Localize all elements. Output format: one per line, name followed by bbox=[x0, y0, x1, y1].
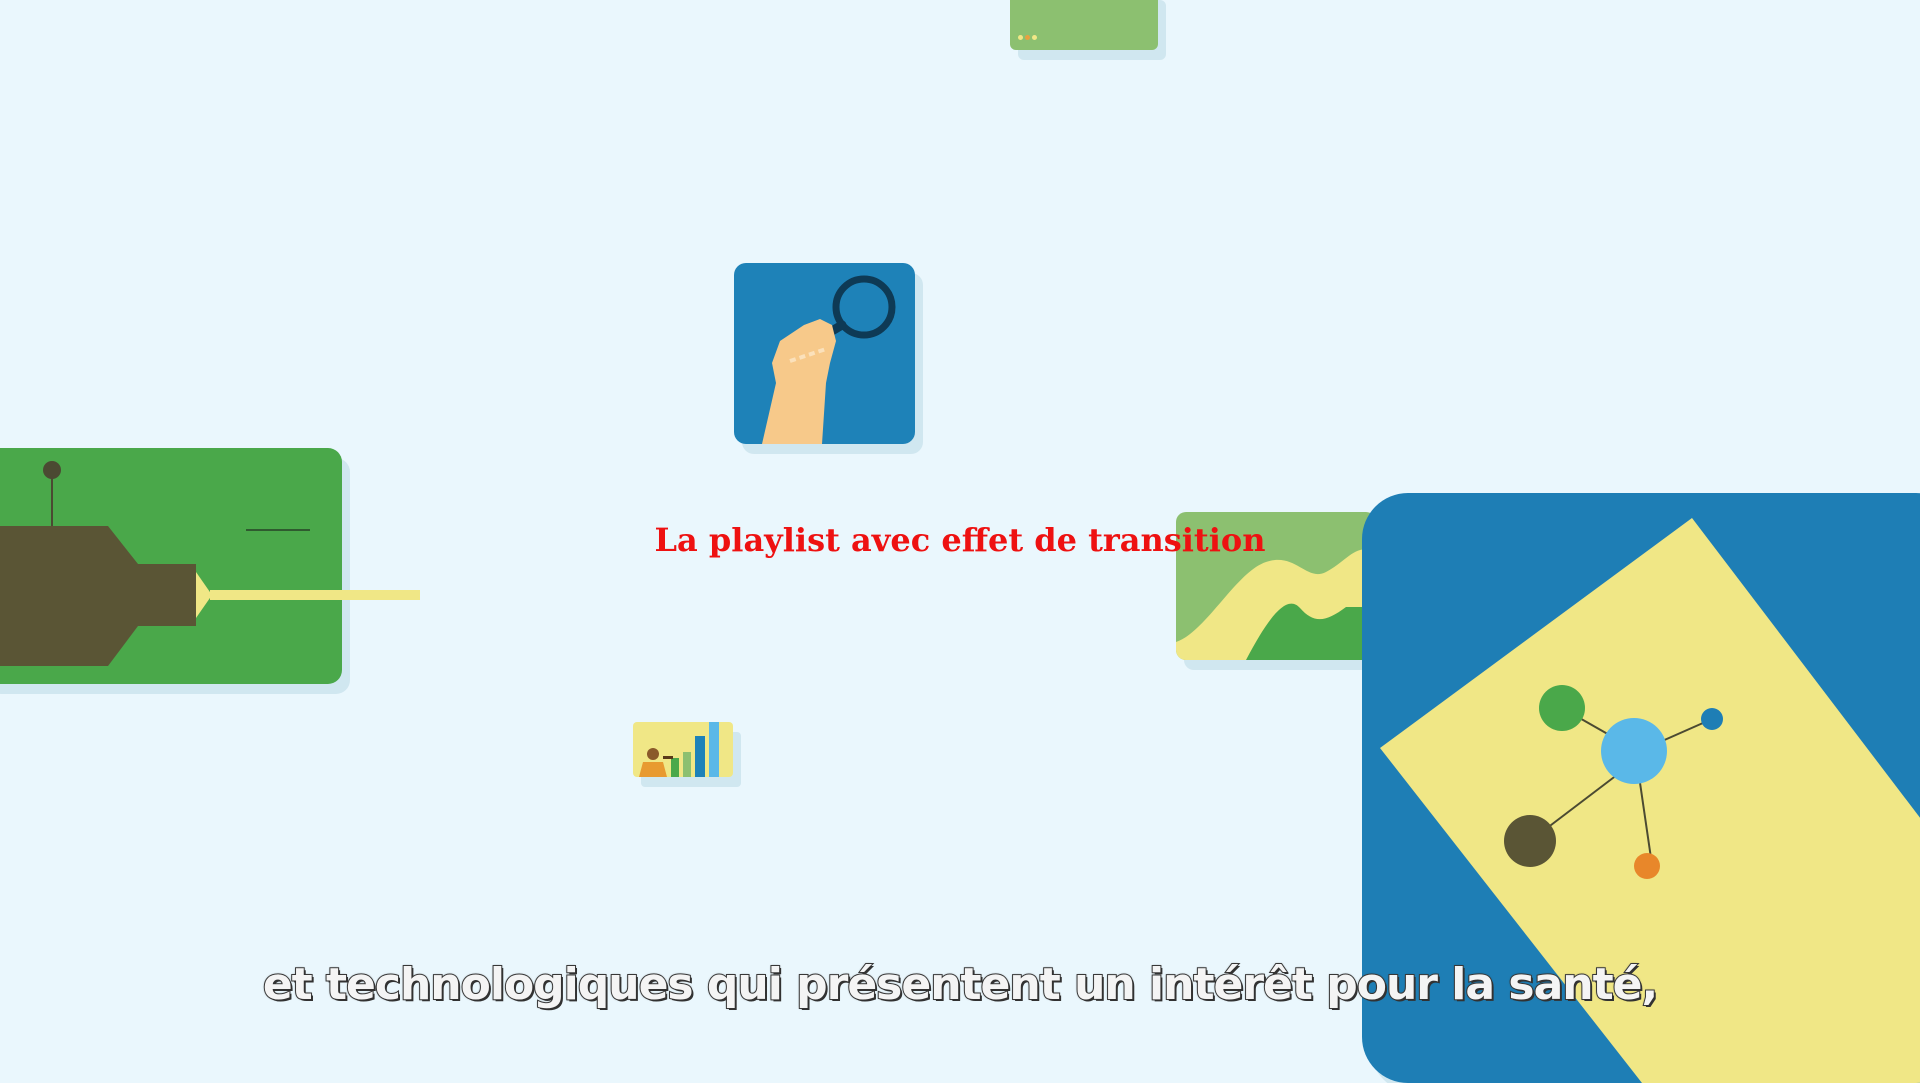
playlist-title: La playlist avec effet de transition bbox=[654, 521, 1266, 559]
bar-chart-people-icon bbox=[633, 722, 733, 777]
magnifier-hand-icon bbox=[734, 263, 915, 444]
top-card-icon bbox=[1010, 0, 1158, 50]
video-frame: { "overlay": { "playlist_title": "La pla… bbox=[0, 0, 1920, 1083]
syringe-icon bbox=[0, 448, 420, 684]
video-subtitle: et technologiques qui présentent un inté… bbox=[262, 958, 1659, 1011]
